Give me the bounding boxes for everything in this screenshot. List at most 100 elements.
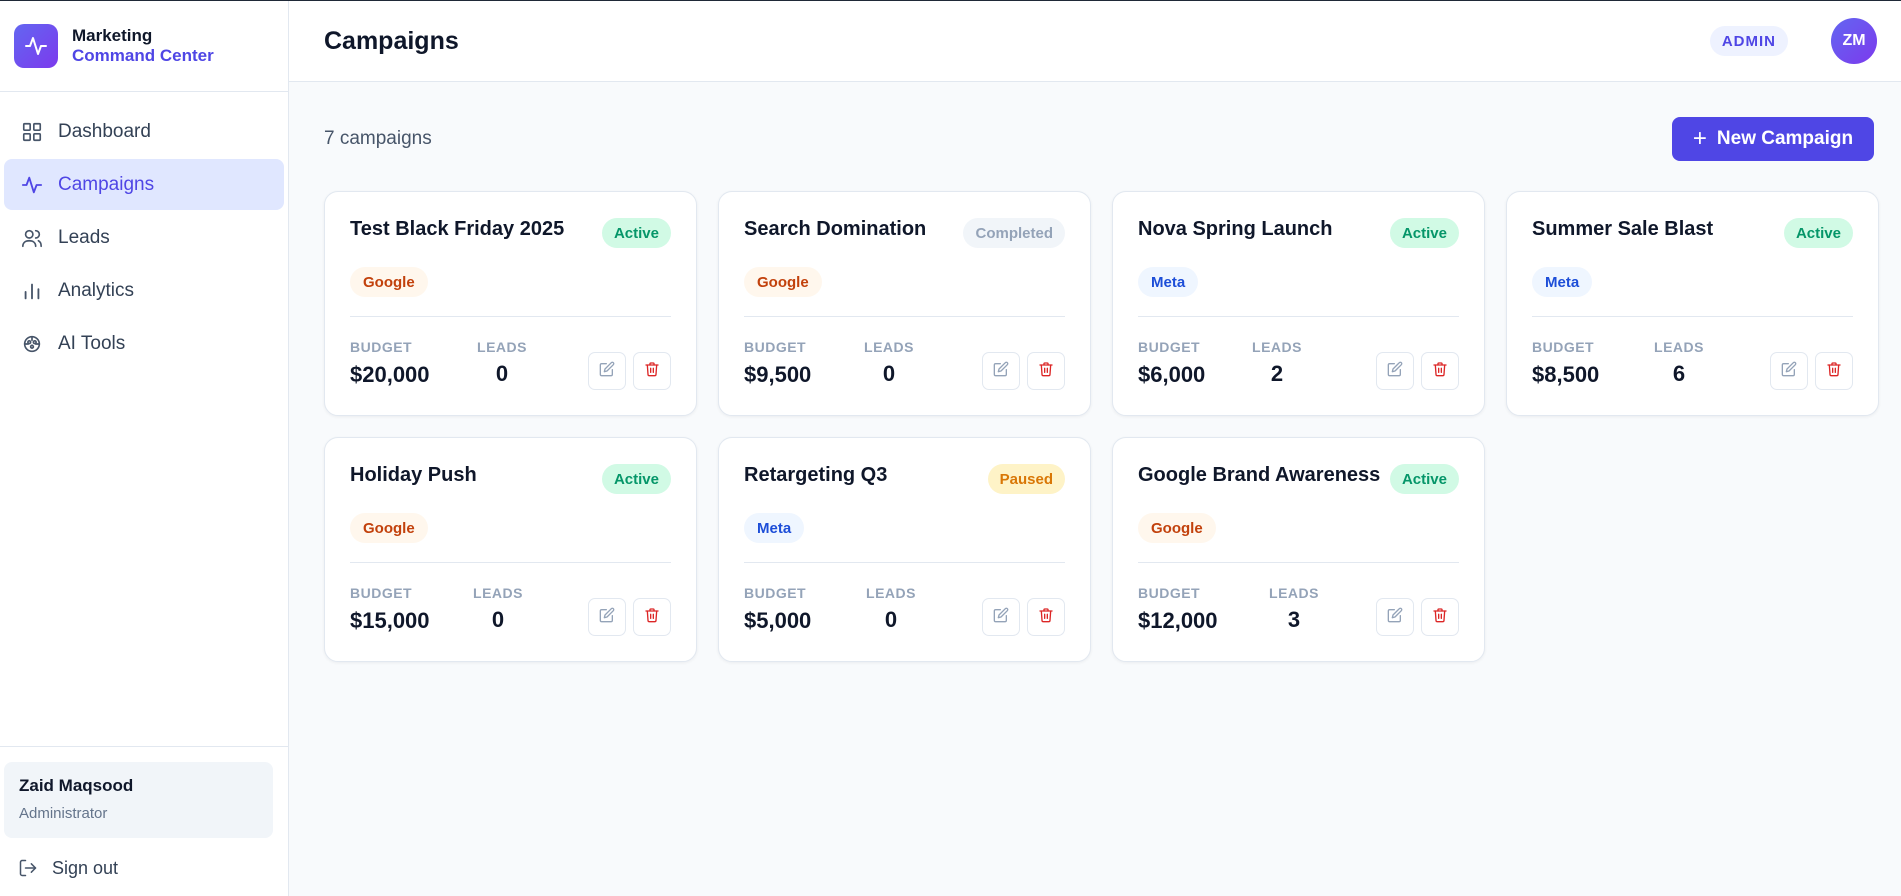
grid-icon: [20, 120, 44, 144]
edit-button[interactable]: [1376, 598, 1414, 636]
divider: [1138, 562, 1459, 563]
campaign-name: Holiday Push: [350, 464, 477, 486]
sidebar-item-analytics[interactable]: Analytics: [4, 265, 284, 316]
edit-button[interactable]: [982, 352, 1020, 390]
sidebar-item-label: AI Tools: [58, 332, 126, 354]
budget-value: $15,000: [350, 608, 430, 633]
budget-value: $5,000: [744, 608, 812, 633]
campaign-card[interactable]: Summer Sale Blast Active Meta BUDGET $8,…: [1506, 191, 1879, 416]
leads-block: LEADS 3: [1264, 585, 1324, 633]
activity-icon: [20, 173, 44, 197]
campaign-card[interactable]: Retargeting Q3 Paused Meta BUDGET $5,000…: [718, 437, 1091, 662]
leads-value: 6: [1672, 361, 1686, 386]
brand-subtitle: Command Center: [72, 46, 214, 65]
edit-button[interactable]: [588, 598, 626, 636]
main-content: 7 campaigns + New Campaign Test Black Fr…: [289, 82, 1901, 896]
user-name: Zaid Maqsood: [19, 776, 134, 795]
edit-icon: [599, 607, 615, 628]
platform-badge: Google: [744, 267, 822, 297]
delete-button[interactable]: [633, 598, 671, 636]
edit-icon: [1387, 607, 1403, 628]
campaign-name: Retargeting Q3: [744, 464, 888, 486]
campaign-card[interactable]: Search Domination Completed Google BUDGE…: [718, 191, 1091, 416]
leads-label: LEADS: [866, 585, 916, 601]
platform-badge: Google: [350, 513, 428, 543]
user-role: Administrator: [19, 805, 108, 822]
sidebar-footer: Zaid Maqsood Administrator Sign out: [0, 746, 288, 896]
divider: [744, 562, 1065, 563]
leads-value: 0: [495, 361, 509, 386]
sidebar-nav: Dashboard Campaigns Leads Analytics AI T…: [0, 92, 288, 369]
platform-badge: Google: [350, 267, 428, 297]
budget-label: BUDGET: [350, 585, 413, 601]
sidebar-item-label: Campaigns: [58, 173, 155, 195]
delete-button[interactable]: [1027, 598, 1065, 636]
leads-label: LEADS: [1269, 585, 1319, 601]
status-badge: Active: [1389, 464, 1459, 494]
brain-icon: [20, 332, 44, 356]
delete-button[interactable]: [1421, 352, 1459, 390]
status-badge: Active: [1389, 218, 1459, 248]
campaign-card[interactable]: Nova Spring Launch Active Meta BUDGET $6…: [1112, 191, 1485, 416]
trash-icon: [1038, 607, 1054, 628]
leads-block: LEADS 0: [472, 339, 532, 387]
edit-icon: [1781, 361, 1797, 382]
leads-value: 3: [1287, 607, 1301, 632]
new-campaign-button[interactable]: + New Campaign: [1672, 117, 1874, 161]
sidebar-item-label: Analytics: [58, 279, 135, 301]
budget-label: BUDGET: [1138, 339, 1201, 355]
leads-block: LEADS 0: [861, 585, 921, 633]
budget-label: BUDGET: [744, 585, 807, 601]
brand-name: Marketing: [72, 26, 153, 45]
sidebar-item-label: Leads: [58, 226, 110, 248]
user-card[interactable]: Zaid Maqsood Administrator: [4, 762, 273, 838]
brand[interactable]: Marketing Command Center: [0, 1, 288, 92]
delete-button[interactable]: [1027, 352, 1065, 390]
status-badge: Active: [1783, 218, 1853, 248]
leads-block: LEADS 2: [1247, 339, 1307, 387]
divider: [744, 316, 1065, 317]
campaign-count: 7 campaigns: [324, 128, 432, 149]
trash-icon: [1038, 361, 1054, 382]
edit-button[interactable]: [588, 352, 626, 390]
budget-value: $20,000: [350, 362, 430, 387]
budget-label: BUDGET: [350, 339, 413, 355]
platform-badge: Meta: [744, 513, 805, 543]
campaign-name: Search Domination: [744, 218, 927, 240]
divider: [350, 562, 671, 563]
campaign-card[interactable]: Holiday Push Active Google BUDGET $15,00…: [324, 437, 697, 662]
avatar[interactable]: ZM: [1831, 18, 1877, 64]
header: Campaigns ADMIN ZM: [289, 1, 1901, 82]
sidebar-item-dashboard[interactable]: Dashboard: [4, 106, 284, 157]
delete-button[interactable]: [1815, 352, 1853, 390]
campaign-name: Nova Spring Launch: [1138, 218, 1333, 240]
edit-icon: [993, 607, 1009, 628]
divider: [1138, 316, 1459, 317]
campaign-card[interactable]: Google Brand Awareness Active Google BUD…: [1112, 437, 1485, 662]
edit-button[interactable]: [1770, 352, 1808, 390]
trash-icon: [644, 607, 660, 628]
trash-icon: [644, 361, 660, 382]
sidebar-item-campaigns[interactable]: Campaigns: [4, 159, 284, 210]
sidebar-item-label: Dashboard: [58, 120, 151, 142]
trash-icon: [1826, 361, 1842, 382]
campaign-name: Test Black Friday 2025: [350, 218, 565, 240]
budget-value: $9,500: [744, 362, 812, 387]
divider: [350, 316, 671, 317]
sidebar-item-leads[interactable]: Leads: [4, 212, 284, 263]
sign-out-button[interactable]: Sign out: [4, 856, 273, 880]
sidebar-item-ai-tools[interactable]: AI Tools: [4, 318, 284, 369]
edit-button[interactable]: [1376, 352, 1414, 390]
status-badge: Paused: [987, 464, 1065, 494]
sidebar: Marketing Command Center Dashboard Campa…: [0, 1, 289, 896]
plus-icon: +: [1692, 125, 1707, 152]
role-badge: ADMIN: [1709, 26, 1788, 56]
delete-button[interactable]: [633, 352, 671, 390]
trash-icon: [1432, 361, 1448, 382]
edit-button[interactable]: [982, 598, 1020, 636]
delete-button[interactable]: [1421, 598, 1459, 636]
platform-badge: Meta: [1532, 267, 1593, 297]
campaign-name: Summer Sale Blast: [1532, 218, 1714, 240]
edit-icon: [1387, 361, 1403, 382]
campaign-card[interactable]: Test Black Friday 2025 Active Google BUD…: [324, 191, 697, 416]
